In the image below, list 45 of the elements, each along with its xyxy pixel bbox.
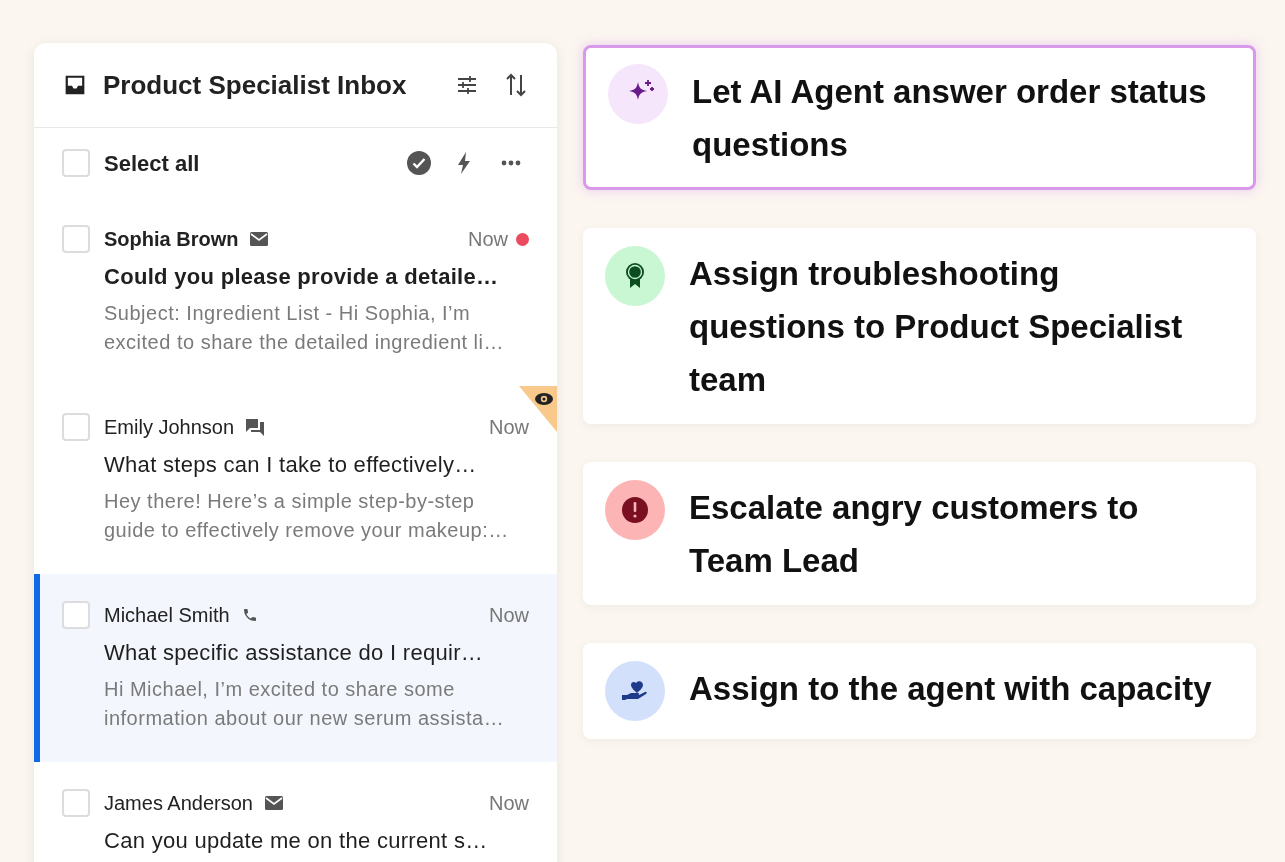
message-subject: What steps can I take to effectively…: [104, 451, 478, 479]
rule-card[interactable]: Assign to the agent with capacity: [583, 643, 1256, 739]
phone-icon: [241, 607, 258, 623]
check-circle-icon: [407, 151, 431, 175]
sender-name: Sophia Brown: [104, 227, 239, 252]
envelope-icon: [265, 796, 283, 810]
sender-name: Emily Johnson: [104, 415, 235, 440]
rule-card[interactable]: Assign troubleshooting questions to Product Specialist team: [583, 228, 1256, 424]
message-subject: What specific assistance do I requir…: [104, 639, 485, 667]
message-preview: Subject: Ingredient List - Hi Sophia, I’m excited to share the detailed ingredient li…: [104, 301, 505, 355]
checkbox[interactable]: [62, 601, 90, 629]
timestamp: Now: [468, 227, 508, 252]
sort-icon: [505, 72, 527, 98]
filter-sliders-icon: [455, 73, 479, 97]
conversation-item[interactable]: Sophia Brown Now Could you please provide a detaile… Subject: Ingredient List - Hi Sophia, I’m excited to share the detailed ingredient li…: [34, 198, 557, 386]
checkbox[interactable]: [62, 789, 90, 817]
conversation-item[interactable]: James Anderson Now Can you update me on the current s…: [34, 762, 557, 862]
timestamp: Now: [489, 791, 529, 816]
message-preview: Hi Michael, I’m excited to share some information about our new serum assista…: [104, 677, 506, 731]
rule-text: Assign troubleshooting questions to Product Specialist team: [689, 254, 1184, 400]
conversation-item[interactable]: Michael Smith Now What specific assistance do I requir… Hi Michael, I’m excited to share some information about our new serum assista…: [34, 574, 557, 762]
rule-text: Assign to the agent with capacity: [689, 669, 1213, 709]
rule-text: Let AI Agent answer order status questions: [692, 72, 1208, 165]
checkbox[interactable]: [62, 225, 90, 253]
message-preview: Hey there! Here’s a simple step-by-step guide to effectively remove your makeup:…: [104, 489, 510, 543]
sender-name: Michael Smith: [104, 603, 230, 628]
sender-name: James Anderson: [104, 791, 253, 816]
rule-card[interactable]: Escalate angry customers to Team Lead: [583, 462, 1256, 605]
more-icon: [501, 160, 521, 166]
envelope-icon: [250, 232, 269, 246]
conversation-item[interactable]: Emily Johnson Now What steps can I take to effectively… Hey there! Here’s a simple step-by-step guide to effectively remove your makeup:…: [34, 386, 557, 574]
rule-text: Escalate angry customers to Team Lead: [689, 488, 1140, 581]
timestamp: Now: [489, 603, 529, 628]
message-subject: Could you please provide a detaile…: [104, 263, 500, 291]
select-all-label: Select all: [104, 149, 200, 178]
checkbox[interactable]: [62, 149, 90, 177]
chat-bubbles-icon: [246, 418, 265, 436]
rule-card[interactable]: Let AI Agent answer order status questions: [583, 45, 1256, 190]
lightning-icon: [457, 152, 471, 174]
inbox-icon: [64, 74, 86, 96]
exclamation-icon: [619, 494, 651, 526]
inbox-title: Product Specialist Inbox: [103, 68, 407, 102]
timestamp: Now: [489, 415, 529, 440]
message-subject: Can you update me on the current s…: [104, 827, 489, 855]
checkbox[interactable]: [62, 413, 90, 441]
